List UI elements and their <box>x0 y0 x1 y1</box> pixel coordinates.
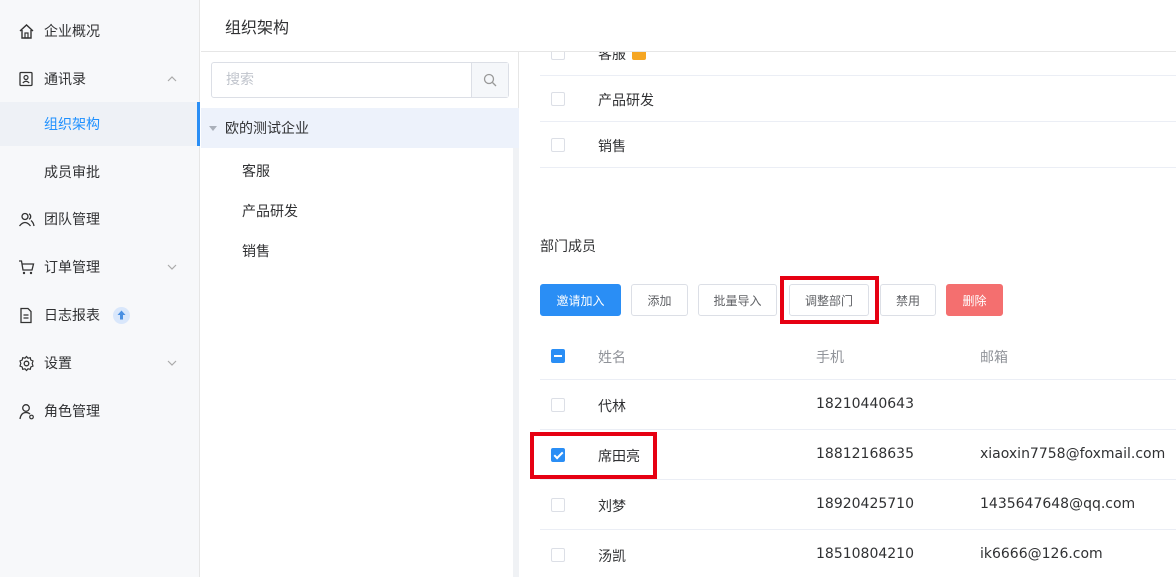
search-box <box>211 62 509 98</box>
department-name[interactable]: 产品研发 <box>598 90 654 110</box>
home-icon <box>17 22 35 40</box>
tree-node-customer-service[interactable]: 客服 <box>242 161 270 181</box>
sidebar: 企业概况 通讯录 组织架构 成员审批 团队管理 订单管理 日志报表 设置 角色管… <box>0 0 200 577</box>
member-email: xiaoxin7758@foxmail.com <box>980 446 1166 462</box>
chevron-down-icon <box>167 264 177 270</box>
gear-icon <box>17 354 35 372</box>
member-name: 席田亮 <box>598 449 640 465</box>
search-button[interactable] <box>471 63 508 97</box>
member-name: 汤凯 <box>598 549 626 565</box>
batch-import-button[interactable]: 批量导入 <box>698 284 777 316</box>
member-phone: 18812168635 <box>816 446 914 462</box>
members-section-title: 部门成员 <box>540 239 596 255</box>
sidebar-item-label: 角色管理 <box>44 404 100 420</box>
table-row: 席田亮 18812168635 xiaoxin7758@foxmail.com <box>540 430 1176 480</box>
table-row: 汤凯 18510804210 ik6666@126.com <box>540 530 1176 577</box>
main-content: 客服 产品研发 销售 部门成员 邀请加入 添加 批量导入 调整部门 禁用 删除 … <box>520 52 1176 577</box>
member-name: 代林 <box>598 399 626 415</box>
column-header-email: 邮箱 <box>980 350 1008 366</box>
sidebar-item-member-approval[interactable]: 成员审批 <box>0 150 200 194</box>
member-email: 1435647648@qq.com <box>980 496 1136 512</box>
row-checkbox[interactable] <box>551 548 565 562</box>
row-checkbox[interactable] <box>551 498 565 512</box>
sidebar-item-settings[interactable]: 设置 <box>0 341 200 385</box>
member-phone: 18210440643 <box>816 396 914 412</box>
member-email: ik6666@126.com <box>980 546 1103 562</box>
column-header-name: 姓名 <box>598 350 626 366</box>
cart-icon <box>17 258 35 276</box>
caret-down-icon[interactable] <box>209 125 217 131</box>
sidebar-item-label: 日志报表 <box>44 308 100 324</box>
department-row: 客服 <box>540 52 1176 76</box>
user-role-icon <box>17 402 35 420</box>
invite-button[interactable]: 邀请加入 <box>540 284 621 316</box>
sidebar-item-orders[interactable]: 订单管理 <box>0 245 200 289</box>
select-all-checkbox[interactable] <box>551 349 565 363</box>
delete-button[interactable]: 删除 <box>946 284 1003 316</box>
table-row: 刘梦 18920425710 1435647648@qq.com <box>540 480 1176 530</box>
department-row: 产品研发 <box>540 76 1176 122</box>
row-checkbox[interactable] <box>551 92 565 106</box>
column-header-phone: 手机 <box>816 350 844 366</box>
sidebar-item-label: 通讯录 <box>44 72 86 88</box>
page-header: 组织架构 <box>201 0 1176 52</box>
adjust-department-button[interactable]: 调整部门 <box>789 284 869 316</box>
document-icon <box>17 306 35 324</box>
sidebar-item-label: 成员审批 <box>44 165 100 181</box>
add-button[interactable]: 添加 <box>631 284 688 316</box>
team-icon <box>17 210 35 228</box>
members-table-header: 姓名 手机 邮箱 <box>540 332 1176 380</box>
row-checkbox[interactable] <box>551 398 565 412</box>
upgrade-badge-icon <box>113 306 130 324</box>
row-checkbox[interactable] <box>551 52 565 60</box>
sidebar-item-label: 企业概况 <box>44 24 100 40</box>
chevron-down-icon <box>167 360 177 366</box>
member-phone: 18510804210 <box>816 546 914 562</box>
sidebar-item-label: 订单管理 <box>44 260 100 276</box>
department-tree-panel: 欧的测试企业 客服 产品研发 销售 <box>201 52 519 577</box>
sidebar-item-overview[interactable]: 企业概况 <box>0 9 200 53</box>
sidebar-item-label: 组织架构 <box>44 117 100 133</box>
sidebar-item-team[interactable]: 团队管理 <box>0 197 200 241</box>
tree-node-sales[interactable]: 销售 <box>242 241 270 261</box>
owner-tag-icon <box>632 52 646 60</box>
member-phone: 18920425710 <box>816 496 914 512</box>
scrollbar[interactable] <box>513 148 519 577</box>
disable-button[interactable]: 禁用 <box>880 284 936 316</box>
sidebar-item-log-report[interactable]: 日志报表 <box>0 293 200 337</box>
chevron-up-icon <box>167 76 177 82</box>
tree-node-label: 欧的测试企业 <box>225 121 309 137</box>
department-row: 销售 <box>540 122 1176 168</box>
search-icon <box>483 73 497 87</box>
sidebar-item-label: 团队管理 <box>44 212 100 228</box>
sidebar-item-roles[interactable]: 角色管理 <box>0 389 200 433</box>
tree-node-product-dev[interactable]: 产品研发 <box>242 201 298 221</box>
member-name: 刘梦 <box>598 499 626 515</box>
sidebar-item-org-structure[interactable]: 组织架构 <box>0 102 200 146</box>
contacts-icon <box>17 70 35 88</box>
row-checkbox[interactable] <box>551 448 565 462</box>
tree-node-root[interactable]: 欧的测试企业 <box>201 108 519 148</box>
table-row: 代林 18210440643 <box>540 380 1176 430</box>
department-name-cell: 客服 <box>598 52 646 64</box>
search-input[interactable] <box>212 63 471 97</box>
department-name: 客服 <box>598 52 626 63</box>
department-name[interactable]: 销售 <box>598 136 626 156</box>
row-checkbox[interactable] <box>551 138 565 152</box>
page-title: 组织架构 <box>225 18 290 37</box>
sidebar-item-label: 设置 <box>44 356 72 372</box>
sidebar-item-contacts[interactable]: 通讯录 <box>0 57 200 101</box>
